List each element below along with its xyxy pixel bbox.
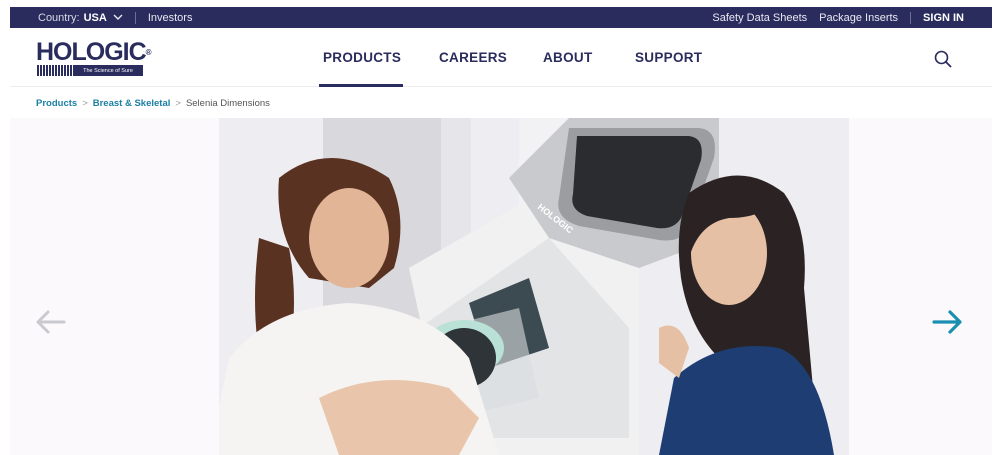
logo-barcode [37, 65, 73, 76]
logo-wordmark: HOLOGIC [36, 38, 147, 66]
breadcrumb-products[interactable]: Products [36, 98, 77, 109]
breadcrumb-separator: > [175, 98, 181, 109]
hero-carousel: HOLOGIC [10, 118, 992, 455]
safety-data-sheets-link[interactable]: Safety Data Sheets [712, 12, 807, 24]
logo-tagline: The Science of Sure [73, 65, 143, 76]
breadcrumb-separator: > [82, 98, 88, 109]
country-selector[interactable]: USA [84, 12, 107, 24]
breadcrumb: Products > Breast & Skeletal > Selenia D… [36, 98, 270, 109]
country-label: Country: [38, 11, 80, 24]
divider [134, 11, 136, 24]
sign-in-link[interactable]: SIGN IN [923, 12, 964, 24]
hologic-logo[interactable]: HOLOGIC® The Science of Sure [36, 38, 152, 78]
utility-bar: Country: USA Investors Safety Data Sheet… [10, 7, 992, 28]
package-inserts-link[interactable]: Package Inserts [819, 12, 898, 24]
search-icon[interactable] [934, 50, 952, 68]
nav-careers[interactable]: CAREERS [439, 28, 507, 87]
nav-about[interactable]: ABOUT [543, 28, 595, 87]
carousel-prev-arrow-icon[interactable] [34, 308, 68, 336]
main-header: HOLOGIC® The Science of Sure PRODUCTS CA… [10, 28, 992, 87]
carousel-next-arrow-icon[interactable] [930, 308, 964, 336]
primary-nav: PRODUCTS CAREERS ABOUT SUPPORT [319, 28, 702, 87]
chevron-down-icon[interactable] [113, 13, 123, 23]
logo-registered-mark: ® [145, 48, 152, 57]
investors-link[interactable]: Investors [148, 12, 193, 24]
breadcrumb-breast-skeletal[interactable]: Breast & Skeletal [93, 98, 171, 109]
nav-support[interactable]: SUPPORT [635, 28, 702, 87]
hero-photo: HOLOGIC [219, 118, 849, 455]
breadcrumb-current: Selenia Dimensions [185, 98, 270, 109]
nav-products[interactable]: PRODUCTS [319, 28, 403, 87]
divider [910, 11, 912, 24]
